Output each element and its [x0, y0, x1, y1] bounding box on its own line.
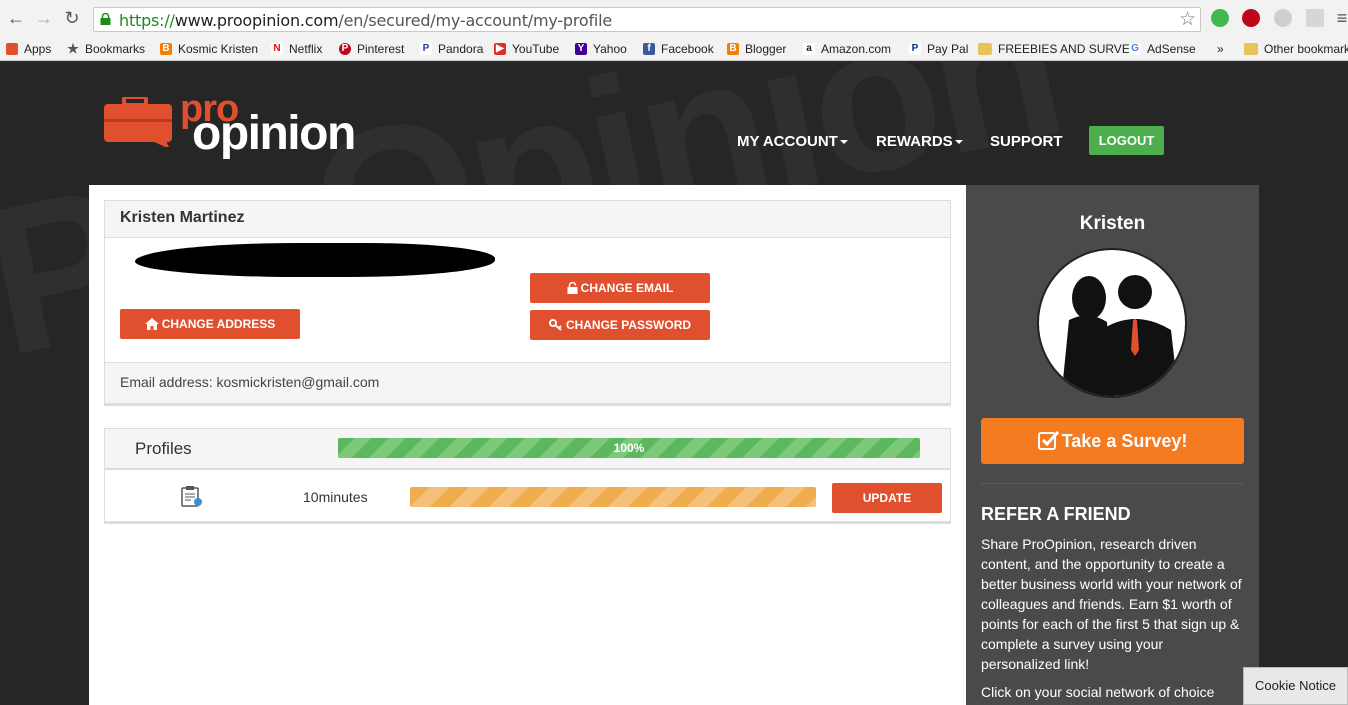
caret-down-icon: [954, 140, 963, 145]
back-icon[interactable]: ←: [6, 8, 26, 28]
extension-ci-icon[interactable]: [1306, 9, 1324, 27]
change-address-button[interactable]: CHANGE ADDRESS: [120, 309, 300, 339]
change-email-button[interactable]: CHANGE EMAIL: [530, 273, 710, 303]
bookmark-other-folder[interactable]: Other bookmark: [1244, 40, 1348, 58]
profiles-card: Profiles 100% 10minutes UPDATE: [104, 428, 951, 524]
update-button[interactable]: UPDATE: [832, 483, 942, 513]
bookmarks-bar: Apps ★ Bookmarks B Kosmic Kristen N Netflix…: [0, 37, 1348, 61]
pinterest-extension-icon[interactable]: [1242, 9, 1260, 27]
youtube-icon: ▶: [494, 43, 506, 55]
bookmarks-overflow[interactable]: »: [1217, 40, 1224, 58]
blogger-icon: B: [727, 43, 739, 55]
url-path: /en/secured/my-account/my-profile: [338, 11, 613, 30]
briefcase-logo-icon: [104, 97, 172, 147]
checkbox-icon: [1037, 430, 1059, 450]
refer-friend-text: Share ProOpinion, research driven conten…: [981, 536, 1242, 672]
sidebar-divider: [981, 483, 1244, 484]
browser-toolbar: ← → ↻ https://www.proopinion.com/en/secu…: [0, 0, 1348, 37]
bookmark-apps[interactable]: Apps: [6, 40, 51, 58]
url-scheme: https://: [119, 11, 175, 30]
pinterest-icon: P: [339, 43, 351, 55]
bookmark-pinterest[interactable]: P Pinterest: [339, 40, 404, 58]
reload-icon[interactable]: ↻: [62, 8, 82, 28]
user-sidebar: Kristen Take a Survey! REFER A FRIEND Sh…: [966, 185, 1259, 705]
account-card: Kristen Martinez CHANGE EMAIL CHANGE PAS…: [104, 200, 951, 406]
bookmark-facebook[interactable]: f Facebook: [643, 40, 714, 58]
profiles-header: Profiles 100%: [105, 429, 950, 470]
google-icon: G: [1129, 43, 1141, 55]
caret-down-icon: [839, 140, 848, 145]
site-page: ProOpinion pro opinion MY ACCOUNT REWARD…: [0, 62, 1348, 705]
star-icon: ★: [67, 41, 79, 56]
profiles-title: Profiles: [135, 439, 192, 458]
bookmark-amazon[interactable]: a Amazon.com: [803, 40, 891, 58]
cookie-notice-button[interactable]: Cookie Notice: [1243, 667, 1348, 705]
facebook-icon: f: [643, 43, 655, 55]
bookmark-blogger[interactable]: B Blogger: [727, 40, 786, 58]
avatar: [1037, 248, 1187, 398]
bookmark-netflix[interactable]: N Netflix: [271, 40, 322, 58]
key-icon: [548, 319, 562, 331]
amazon-icon: a: [803, 43, 815, 55]
bookmark-adsense[interactable]: G AdSense: [1129, 40, 1196, 58]
bookmark-bookmarks[interactable]: ★ Bookmarks: [67, 40, 145, 58]
folder-icon: [978, 43, 992, 55]
paypal-icon: P: [909, 43, 921, 55]
redacted-address: [135, 243, 495, 277]
netflix-icon: N: [271, 43, 283, 55]
yahoo-icon: Y: [575, 43, 587, 55]
folder-icon: [1244, 43, 1258, 55]
logout-button[interactable]: LOGOUT: [1089, 126, 1164, 155]
home-icon: [144, 318, 159, 330]
bookmark-youtube[interactable]: ▶ YouTube: [494, 40, 559, 58]
blogger-icon: B: [160, 43, 172, 55]
clipboard-icon: [181, 486, 202, 507]
profile-row-progress-bar: [410, 487, 816, 507]
bookmark-pandora[interactable]: P Pandora: [420, 40, 483, 58]
sidebar-first-name: Kristen: [1079, 213, 1146, 234]
bookmark-paypal[interactable]: P Pay Pal: [909, 40, 968, 58]
menu-icon[interactable]: ≡: [1332, 8, 1348, 28]
main-content: Kristen Martinez CHANGE EMAIL CHANGE PAS…: [89, 185, 966, 705]
address-bar[interactable]: https://www.proopinion.com/en/secured/my…: [93, 7, 1201, 32]
profile-time-estimate: 10minutes: [303, 489, 368, 505]
nav-rewards[interactable]: REWARDS: [876, 133, 963, 150]
profiles-progress-label: 100%: [613, 441, 645, 455]
unlock-icon: [567, 281, 578, 294]
bookmark-freebies-folder[interactable]: FREEBIES AND SURVE: [978, 40, 1130, 58]
bookmark-yahoo[interactable]: Y Yahoo: [575, 40, 627, 58]
overflow-icon: »: [1217, 42, 1224, 56]
extension-chat-icon[interactable]: [1211, 9, 1229, 27]
change-password-button[interactable]: CHANGE PASSWORD: [530, 310, 710, 340]
url-text: https://www.proopinion.com/en/secured/my…: [119, 11, 612, 30]
take-survey-button[interactable]: Take a Survey!: [981, 418, 1244, 464]
business-people-avatar-icon: [1061, 275, 1179, 396]
email-address-text: Email address: kosmickristen@gmail.com: [105, 362, 950, 403]
nav-support[interactable]: SUPPORT: [990, 133, 1063, 150]
refer-friend-title: REFER A FRIEND: [981, 504, 1131, 524]
refer-social-text: Click on your social network of choice: [981, 684, 1215, 700]
bookmark-star-icon[interactable]: ☆: [1179, 8, 1196, 31]
url-host: www.proopinion.com: [174, 11, 339, 30]
account-name: Kristen Martinez: [105, 201, 950, 238]
forward-icon[interactable]: →: [34, 8, 54, 28]
logo-opinion: opinion: [192, 107, 356, 160]
apps-grid-icon: [6, 43, 18, 55]
extension-gear-icon[interactable]: [1274, 9, 1292, 27]
lock-icon: [100, 13, 111, 25]
profiles-progress-bar: 100%: [338, 438, 920, 458]
nav-my-account[interactable]: MY ACCOUNT: [737, 133, 848, 150]
pandora-icon: P: [420, 43, 432, 55]
bookmark-kosmic-kristen[interactable]: B Kosmic Kristen: [160, 40, 258, 58]
